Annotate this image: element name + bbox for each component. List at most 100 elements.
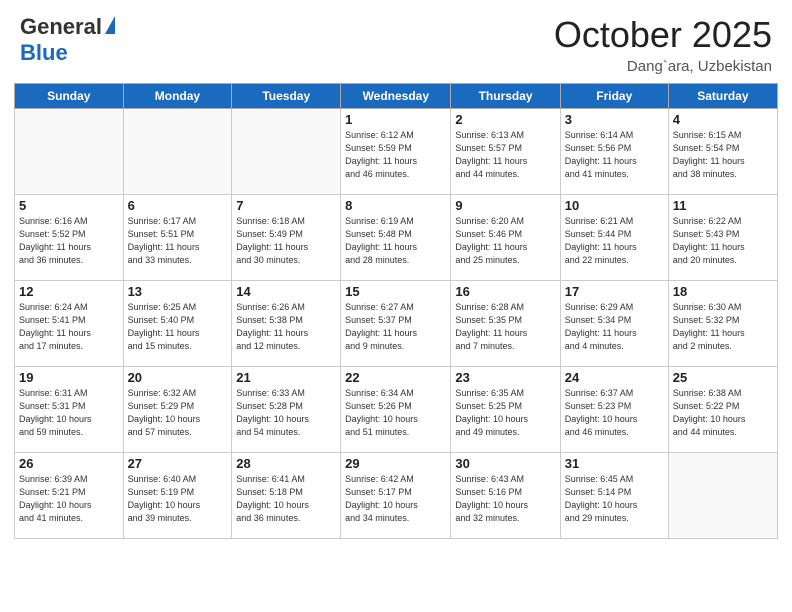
day-info: Sunrise: 6:14 AM Sunset: 5:56 PM Dayligh… (565, 129, 664, 181)
calendar-day-cell: 23 Sunrise: 6:35 AM Sunset: 5:25 PM Dayli… (451, 367, 560, 453)
calendar-day-cell: 14Sunrise: 6:26 AM Sunset: 5:38 PM Dayli… (232, 281, 341, 367)
day-number: 19 (19, 370, 119, 385)
calendar-day-cell: 9 Sunrise: 6:20 AM Sunset: 5:46 PM Daylig… (451, 195, 560, 281)
logo-blue-text: Blue (20, 40, 115, 66)
calendar-week-row: 1 Sunrise: 6:12 AM Sunset: 5:59 PM Daylig… (15, 109, 778, 195)
day-number: 23 (455, 370, 555, 385)
logo-general-text: General (20, 14, 102, 40)
calendar-day-cell: 17Sunrise: 6:29 AM Sunset: 5:34 PM Dayli… (560, 281, 668, 367)
calendar-day-cell: 20 Sunrise: 6:32 AM Sunset: 5:29 PM Dayli… (123, 367, 232, 453)
weekday-header-cell: Sunday (15, 84, 124, 109)
day-number: 16 (455, 284, 555, 299)
calendar-day-cell: 16Sunrise: 6:28 AM Sunset: 5:35 PM Dayli… (451, 281, 560, 367)
day-info: Sunrise: 6:34 AM Sunset: 5:26 PM Dayligh… (345, 387, 446, 439)
title-block: October 2025 Dang`ara, Uzbekistan (554, 14, 772, 75)
day-info: Sunrise: 6:37 AM Sunset: 5:23 PM Dayligh… (565, 387, 664, 439)
calendar-table: SundayMondayTuesdayWednesdayThursdayFrid… (14, 83, 778, 539)
day-info: Sunrise: 6:21 AM Sunset: 5:44 PM Dayligh… (565, 215, 664, 267)
day-info: Sunrise: 6:22 AM Sunset: 5:43 PM Dayligh… (673, 215, 773, 267)
day-number: 30 (455, 456, 555, 471)
month-title: October 2025 (554, 14, 772, 56)
day-info: Sunrise: 6:45 AM Sunset: 5:14 PM Dayligh… (565, 473, 664, 525)
calendar-day-cell: 24 Sunrise: 6:37 AM Sunset: 5:23 PM Dayli… (560, 367, 668, 453)
day-info: Sunrise: 6:32 AM Sunset: 5:29 PM Dayligh… (128, 387, 228, 439)
day-number: 29 (345, 456, 446, 471)
calendar-week-row: 26 Sunrise: 6:39 AM Sunset: 5:21 PM Dayli… (15, 453, 778, 539)
day-info: Sunrise: 6:30 AM Sunset: 5:32 PM Dayligh… (673, 301, 773, 353)
day-number: 2 (455, 112, 555, 127)
calendar-day-cell: 22Sunrise: 6:34 AM Sunset: 5:26 PM Dayli… (341, 367, 451, 453)
calendar-week-row: 19Sunrise: 6:31 AM Sunset: 5:31 PM Dayli… (15, 367, 778, 453)
location-text: Dang`ara, Uzbekistan (554, 58, 772, 75)
day-number: 26 (19, 456, 119, 471)
day-number: 18 (673, 284, 773, 299)
calendar-day-cell: 13Sunrise: 6:25 AM Sunset: 5:40 PM Dayli… (123, 281, 232, 367)
calendar-day-cell: 18 Sunrise: 6:30 AM Sunset: 5:32 PM Dayli… (668, 281, 777, 367)
day-info: Sunrise: 6:17 AM Sunset: 5:51 PM Dayligh… (128, 215, 228, 267)
calendar-day-cell: 19Sunrise: 6:31 AM Sunset: 5:31 PM Dayli… (15, 367, 124, 453)
day-info: Sunrise: 6:27 AM Sunset: 5:37 PM Dayligh… (345, 301, 446, 353)
calendar-day-cell: 30 Sunrise: 6:43 AM Sunset: 5:16 PM Dayli… (451, 453, 560, 539)
calendar-day-cell (123, 109, 232, 195)
day-number: 15 (345, 284, 446, 299)
day-info: Sunrise: 6:12 AM Sunset: 5:59 PM Dayligh… (345, 129, 446, 181)
calendar-week-row: 5Sunrise: 6:16 AM Sunset: 5:52 PM Daylig… (15, 195, 778, 281)
calendar-week-row: 12 Sunrise: 6:24 AM Sunset: 5:41 PM Dayli… (15, 281, 778, 367)
weekday-header-row: SundayMondayTuesdayWednesdayThursdayFrid… (15, 84, 778, 109)
calendar-day-cell: 21 Sunrise: 6:33 AM Sunset: 5:28 PM Dayli… (232, 367, 341, 453)
calendar-day-cell (668, 453, 777, 539)
calendar-body: 1 Sunrise: 6:12 AM Sunset: 5:59 PM Daylig… (15, 109, 778, 539)
day-info: Sunrise: 6:35 AM Sunset: 5:25 PM Dayligh… (455, 387, 555, 439)
day-info: Sunrise: 6:39 AM Sunset: 5:21 PM Dayligh… (19, 473, 119, 525)
day-number: 12 (19, 284, 119, 299)
calendar-day-cell: 15 Sunrise: 6:27 AM Sunset: 5:37 PM Dayli… (341, 281, 451, 367)
day-info: Sunrise: 6:40 AM Sunset: 5:19 PM Dayligh… (128, 473, 228, 525)
day-number: 5 (19, 198, 119, 213)
calendar-day-cell: 25 Sunrise: 6:38 AM Sunset: 5:22 PM Dayli… (668, 367, 777, 453)
calendar-day-cell (15, 109, 124, 195)
day-number: 8 (345, 198, 446, 213)
calendar-day-cell: 26 Sunrise: 6:39 AM Sunset: 5:21 PM Dayli… (15, 453, 124, 539)
day-number: 25 (673, 370, 773, 385)
page-header: General Blue October 2025 Dang`ara, Uzbe… (0, 0, 792, 83)
day-info: Sunrise: 6:42 AM Sunset: 5:17 PM Dayligh… (345, 473, 446, 525)
day-number: 7 (236, 198, 336, 213)
calendar-day-cell: 4 Sunrise: 6:15 AM Sunset: 5:54 PM Daylig… (668, 109, 777, 195)
day-number: 1 (345, 112, 446, 127)
calendar-day-cell: 27 Sunrise: 6:40 AM Sunset: 5:19 PM Dayli… (123, 453, 232, 539)
day-number: 31 (565, 456, 664, 471)
day-number: 4 (673, 112, 773, 127)
weekday-header-cell: Wednesday (341, 84, 451, 109)
calendar-day-cell: 8Sunrise: 6:19 AM Sunset: 5:48 PM Daylig… (341, 195, 451, 281)
weekday-header-cell: Thursday (451, 84, 560, 109)
day-info: Sunrise: 6:18 AM Sunset: 5:49 PM Dayligh… (236, 215, 336, 267)
calendar-day-cell (232, 109, 341, 195)
calendar-day-cell: 31 Sunrise: 6:45 AM Sunset: 5:14 PM Dayli… (560, 453, 668, 539)
day-info: Sunrise: 6:20 AM Sunset: 5:46 PM Dayligh… (455, 215, 555, 267)
day-number: 21 (236, 370, 336, 385)
day-number: 27 (128, 456, 228, 471)
day-info: Sunrise: 6:24 AM Sunset: 5:41 PM Dayligh… (19, 301, 119, 353)
calendar-day-cell: 7 Sunrise: 6:18 AM Sunset: 5:49 PM Daylig… (232, 195, 341, 281)
day-info: Sunrise: 6:41 AM Sunset: 5:18 PM Dayligh… (236, 473, 336, 525)
day-info: Sunrise: 6:13 AM Sunset: 5:57 PM Dayligh… (455, 129, 555, 181)
day-number: 13 (128, 284, 228, 299)
day-info: Sunrise: 6:33 AM Sunset: 5:28 PM Dayligh… (236, 387, 336, 439)
day-number: 3 (565, 112, 664, 127)
day-number: 24 (565, 370, 664, 385)
day-info: Sunrise: 6:38 AM Sunset: 5:22 PM Dayligh… (673, 387, 773, 439)
day-number: 10 (565, 198, 664, 213)
calendar-day-cell: 3 Sunrise: 6:14 AM Sunset: 5:56 PM Daylig… (560, 109, 668, 195)
calendar-day-cell: 29 Sunrise: 6:42 AM Sunset: 5:17 PM Dayli… (341, 453, 451, 539)
logo-triangle-icon (105, 16, 115, 34)
day-info: Sunrise: 6:43 AM Sunset: 5:16 PM Dayligh… (455, 473, 555, 525)
weekday-header-cell: Saturday (668, 84, 777, 109)
day-number: 9 (455, 198, 555, 213)
calendar-day-cell: 11Sunrise: 6:22 AM Sunset: 5:43 PM Dayli… (668, 195, 777, 281)
day-number: 20 (128, 370, 228, 385)
calendar-day-cell: 10 Sunrise: 6:21 AM Sunset: 5:44 PM Dayli… (560, 195, 668, 281)
day-info: Sunrise: 6:15 AM Sunset: 5:54 PM Dayligh… (673, 129, 773, 181)
calendar-day-cell: 28Sunrise: 6:41 AM Sunset: 5:18 PM Dayli… (232, 453, 341, 539)
weekday-header-cell: Friday (560, 84, 668, 109)
calendar-day-cell: 1 Sunrise: 6:12 AM Sunset: 5:59 PM Daylig… (341, 109, 451, 195)
